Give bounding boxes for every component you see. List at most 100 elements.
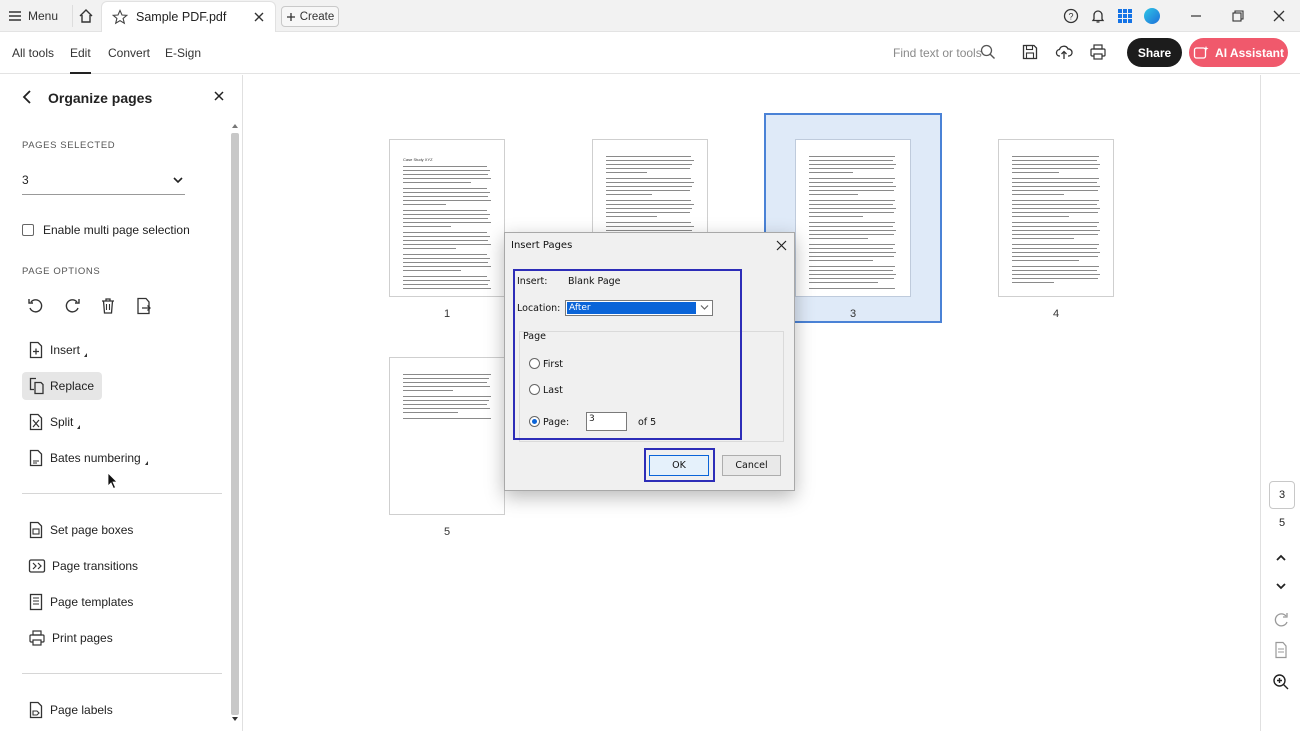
page-number-input[interactable]: 3 — [586, 412, 627, 431]
text-line — [809, 274, 896, 275]
delete-icon[interactable] — [99, 297, 119, 317]
hamburger-icon — [8, 10, 22, 22]
chevron-down-icon — [173, 176, 183, 184]
text-line — [403, 254, 487, 255]
bates-numbering-option[interactable]: Bates numbering — [22, 444, 156, 472]
menu-all-tools[interactable]: All tools — [12, 46, 54, 60]
text-line — [1012, 230, 1100, 231]
current-page-input[interactable]: 3 — [1269, 481, 1295, 509]
bell-icon[interactable] — [1088, 6, 1108, 26]
location-select[interactable]: After — [565, 300, 713, 316]
chevron-down-icon[interactable] — [1272, 577, 1290, 595]
cancel-button[interactable]: Cancel — [722, 455, 781, 476]
text-line — [809, 178, 895, 179]
minimize-icon[interactable] — [1186, 6, 1206, 26]
extract-icon[interactable] — [135, 297, 155, 317]
last-radio[interactable] — [529, 384, 540, 395]
rotate-left-icon[interactable] — [27, 297, 47, 317]
multi-page-selection-checkbox[interactable]: Enable multi page selection — [22, 223, 190, 237]
page-thumbnail[interactable] — [389, 357, 505, 515]
text-line — [1012, 190, 1098, 191]
replace-page-icon — [28, 377, 44, 395]
text-line — [403, 276, 487, 277]
close-window-icon[interactable] — [1269, 6, 1289, 26]
close-icon[interactable] — [214, 91, 224, 101]
chevron-up-icon[interactable] — [1272, 549, 1290, 567]
cloud-upload-icon[interactable] — [1055, 43, 1075, 63]
text-line — [403, 174, 488, 175]
text-line — [809, 252, 896, 253]
text-line — [403, 196, 488, 197]
share-button[interactable]: Share — [1127, 38, 1182, 67]
close-icon[interactable] — [776, 240, 787, 251]
text-line — [1012, 156, 1099, 157]
page-thumbnail[interactable] — [998, 139, 1114, 297]
submenu-indicator-icon — [84, 353, 88, 357]
star-icon[interactable] — [112, 9, 128, 25]
text-line — [809, 260, 873, 261]
page-labels-option[interactable]: Page labels — [22, 696, 121, 724]
pages-selected-dropdown[interactable]: 3 — [22, 167, 185, 195]
page-label: Page: — [543, 417, 570, 428]
replace-label: Replace — [50, 379, 95, 393]
zoom-in-icon[interactable] — [1272, 673, 1290, 691]
refresh-icon[interactable] — [1272, 611, 1290, 629]
text-line — [809, 190, 894, 191]
back-arrow-icon[interactable] — [20, 89, 34, 105]
text-line — [403, 218, 488, 219]
help-icon[interactable]: ? — [1061, 6, 1081, 26]
save-icon[interactable] — [1021, 43, 1041, 63]
user-avatar[interactable] — [1144, 8, 1160, 24]
menu-button[interactable]: Menu — [8, 5, 58, 27]
total-pages: 5 — [1278, 517, 1286, 529]
page-group-label: Page — [523, 331, 546, 342]
create-button[interactable]: Create — [281, 6, 339, 27]
find-input[interactable]: Find text or tools — [893, 46, 982, 60]
panel-scrollbar[interactable] — [230, 123, 240, 723]
home-button[interactable] — [72, 5, 94, 27]
checkbox[interactable] — [22, 224, 34, 236]
replace-option[interactable]: Replace — [22, 372, 103, 400]
ok-button[interactable]: OK — [649, 455, 709, 476]
page-radio[interactable] — [529, 416, 540, 427]
text-line — [606, 222, 691, 223]
text-line — [1012, 222, 1099, 223]
first-radio[interactable] — [529, 358, 540, 369]
text-line — [1012, 200, 1099, 201]
page-fit-icon[interactable] — [1272, 641, 1290, 659]
dialog-title: Insert Pages — [511, 240, 573, 251]
apps-icon[interactable] — [1115, 6, 1135, 26]
page-templates-option[interactable]: Page templates — [22, 588, 141, 616]
print-icon[interactable] — [1089, 43, 1109, 63]
text-line — [1012, 172, 1059, 173]
menu-convert[interactable]: Convert — [108, 46, 150, 60]
rotate-right-icon[interactable] — [63, 297, 83, 317]
split-option[interactable]: Split — [22, 408, 88, 436]
text-line — [403, 270, 461, 271]
text-line — [403, 178, 491, 179]
first-label: First — [543, 359, 563, 370]
scroll-up-icon[interactable] — [231, 123, 239, 129]
scroll-thumb[interactable] — [231, 133, 239, 715]
document-tab[interactable]: Sample PDF.pdf — [101, 1, 276, 32]
page-thumbnail[interactable]: Case Study XYZ — [389, 139, 505, 297]
text-line — [1012, 226, 1097, 227]
close-icon[interactable] — [253, 11, 265, 23]
page-transitions-option[interactable]: Page transitions — [22, 552, 146, 580]
set-page-boxes-option[interactable]: Set page boxes — [22, 516, 141, 544]
menu-edit[interactable]: Edit — [70, 46, 91, 74]
menu-e-sign[interactable]: E-Sign — [165, 46, 201, 60]
scroll-down-icon[interactable] — [231, 716, 239, 722]
page-thumbnail-selected[interactable] — [795, 139, 911, 297]
print-pages-option[interactable]: Print pages — [22, 624, 121, 652]
insert-option[interactable]: Insert — [22, 336, 95, 364]
text-line — [809, 266, 895, 267]
text-line — [606, 164, 692, 165]
ai-sparkle-icon — [1193, 45, 1209, 61]
ai-assistant-button[interactable]: AI Assistant — [1189, 38, 1288, 67]
text-line — [403, 222, 491, 223]
search-icon[interactable] — [980, 44, 996, 60]
restore-icon[interactable] — [1228, 6, 1248, 26]
text-line — [1012, 266, 1099, 267]
chevron-down-icon — [700, 304, 709, 311]
